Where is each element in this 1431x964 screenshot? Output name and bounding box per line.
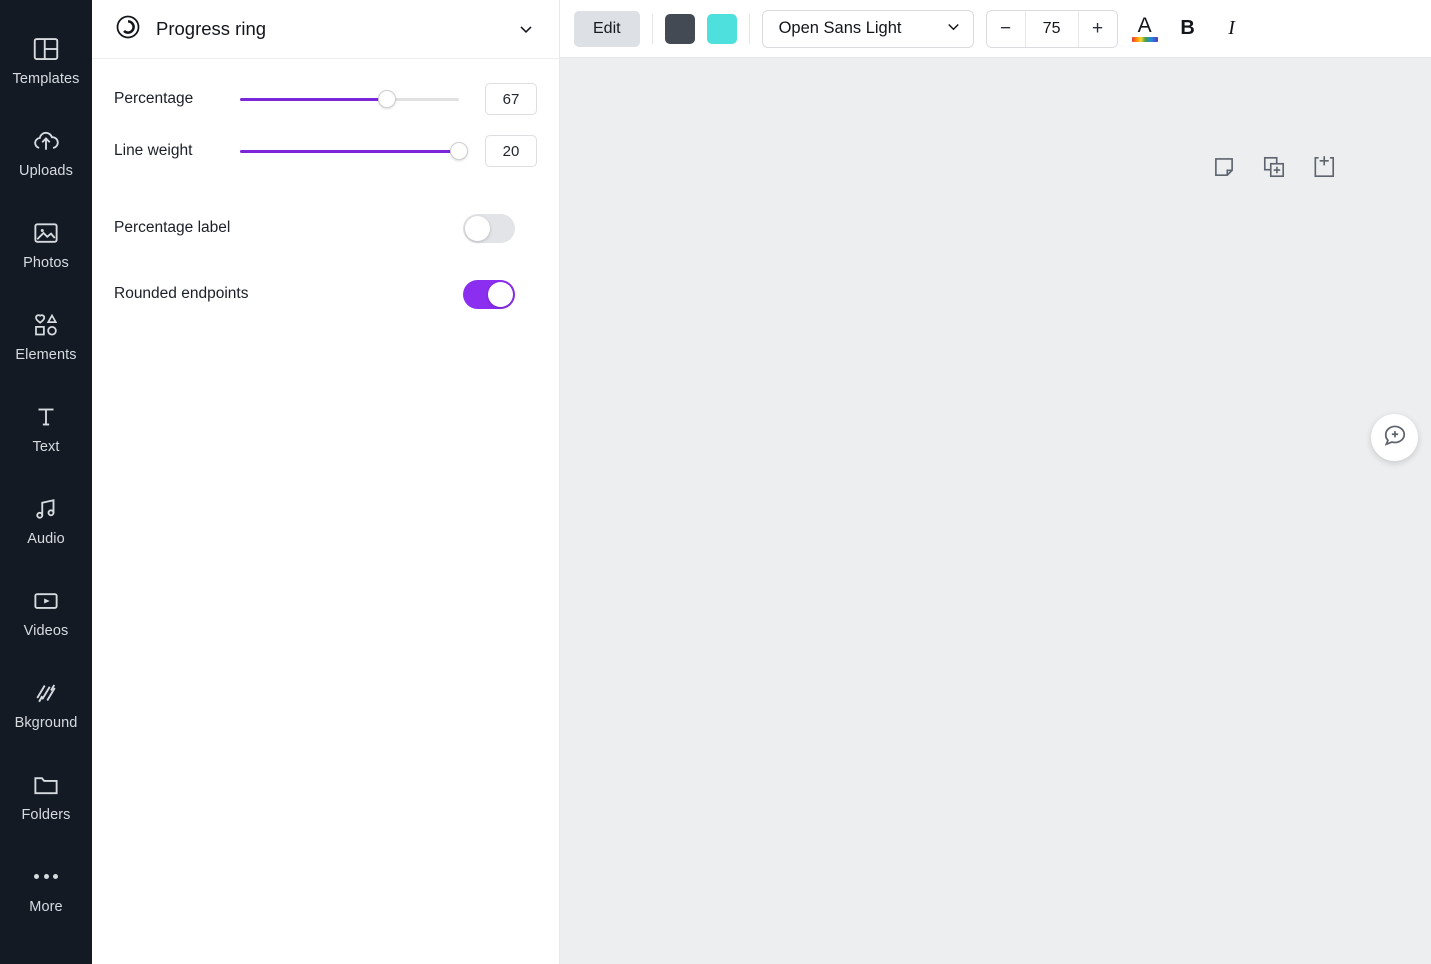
percentage-input[interactable]: 67 xyxy=(485,83,537,115)
sidebar-item-elements[interactable]: Elements xyxy=(0,290,92,382)
sidebar-item-label: Text xyxy=(32,438,60,455)
text-icon xyxy=(31,402,61,432)
sidebar-item-label: Elements xyxy=(15,346,77,363)
slider-thumb[interactable] xyxy=(450,142,468,160)
font-size-stepper: − 75 + xyxy=(985,9,1118,48)
color-spectrum-bar xyxy=(1131,36,1158,42)
slider-thumb[interactable] xyxy=(377,90,396,108)
slider-fill xyxy=(240,97,387,101)
text-color-button[interactable]: A xyxy=(1130,13,1160,42)
rounded-endpoints-label: Rounded endpoints xyxy=(114,285,249,302)
video-icon xyxy=(31,586,61,616)
ellipsis-icon xyxy=(34,862,58,892)
bold-button[interactable]: B xyxy=(1172,13,1204,45)
sidebar-item-more[interactable]: More xyxy=(0,842,92,934)
sidebar-item-videos[interactable]: Videos xyxy=(0,566,92,658)
toggle-knob xyxy=(465,215,490,241)
canvas-area[interactable]: PET CARE DAILY SCHEDULE How to be a bett… xyxy=(560,58,1431,964)
sidebar-item-label: Templates xyxy=(12,70,80,87)
edit-button[interactable]: Edit xyxy=(574,10,640,47)
control-row-rounded-endpoints: Rounded endpoints xyxy=(114,261,537,327)
sidebar-item-templates[interactable]: Templates xyxy=(0,14,92,106)
font-size-decrease-button[interactable]: − xyxy=(986,10,1025,47)
add-page-icon[interactable] xyxy=(1311,154,1337,180)
shapes-icon xyxy=(31,310,61,340)
control-row-line-weight: Line weight 20 xyxy=(114,125,537,177)
properties-panel: Progress ring Percentage 67 Line weight xyxy=(92,0,560,964)
primary-color-swatch[interactable] xyxy=(664,13,695,44)
panel-header: Progress ring xyxy=(92,0,559,59)
sidebar-item-photos[interactable]: Photos xyxy=(0,198,92,290)
rounded-endpoints-toggle[interactable] xyxy=(463,279,515,309)
font-family-value: Open Sans Light xyxy=(778,19,902,37)
left-sidebar: Templates Uploads Photos Elements Text A… xyxy=(0,0,92,964)
slider-fill xyxy=(240,149,459,153)
control-row-percentage-label: Percentage label xyxy=(114,195,537,261)
templates-icon xyxy=(31,34,61,64)
sidebar-item-label: More xyxy=(29,898,63,915)
folder-icon xyxy=(31,770,61,800)
divider xyxy=(651,13,653,44)
chat-bubble-icon xyxy=(1382,422,1408,453)
line-weight-slider[interactable] xyxy=(240,141,468,161)
sidebar-item-audio[interactable]: Audio xyxy=(0,474,92,566)
duplicate-page-icon[interactable] xyxy=(1261,154,1287,180)
editor-area: Edit Open Sans Light − 75 + A B I xyxy=(560,0,1431,964)
text-color-letter: A xyxy=(1137,13,1152,37)
font-size-input[interactable]: 75 xyxy=(1024,10,1079,47)
panel-title: Progress ring xyxy=(156,18,267,39)
page-tools xyxy=(1211,154,1337,180)
notes-icon[interactable] xyxy=(1211,154,1237,180)
top-toolbar: Edit Open Sans Light − 75 + A B I xyxy=(560,0,1431,58)
percentage-label-toggle[interactable] xyxy=(463,213,515,243)
percentage-slider[interactable] xyxy=(240,89,459,109)
control-row-percentage: Percentage 67 xyxy=(114,73,537,125)
help-chat-button[interactable] xyxy=(1371,414,1418,461)
divider xyxy=(748,13,750,44)
sidebar-item-bkground[interactable]: Bkground xyxy=(0,658,92,750)
upload-cloud-icon xyxy=(31,126,61,156)
line-weight-input[interactable]: 20 xyxy=(485,135,537,167)
percentage-label-label: Percentage label xyxy=(114,219,231,236)
sidebar-item-folders[interactable]: Folders xyxy=(0,750,92,842)
chevron-down-icon[interactable] xyxy=(515,18,537,40)
hatch-pattern-icon xyxy=(31,678,61,708)
photo-icon xyxy=(31,218,61,248)
chevron-down-icon xyxy=(944,17,963,41)
percentage-label: Percentage xyxy=(114,90,194,107)
line-weight-label: Line weight xyxy=(114,142,193,159)
toggle-knob xyxy=(488,281,513,307)
secondary-color-swatch[interactable] xyxy=(706,13,737,44)
sidebar-item-label: Audio xyxy=(27,530,65,547)
sidebar-item-label: Videos xyxy=(23,622,69,639)
panel-controls: Percentage 67 Line weight 20 Percentage … xyxy=(92,59,559,327)
sidebar-item-uploads[interactable]: Uploads xyxy=(0,106,92,198)
progress-ring-icon xyxy=(114,13,142,46)
sidebar-item-label: Bkground xyxy=(14,714,78,731)
sidebar-item-label: Uploads xyxy=(19,162,73,179)
italic-button[interactable]: I xyxy=(1216,13,1248,45)
music-note-icon xyxy=(31,494,61,524)
sidebar-item-text[interactable]: Text xyxy=(0,382,92,474)
sidebar-item-label: Photos xyxy=(23,254,69,271)
font-family-select[interactable]: Open Sans Light xyxy=(761,9,974,48)
sidebar-item-label: Folders xyxy=(21,806,71,823)
app-root: Templates Uploads Photos Elements Text A… xyxy=(0,0,1431,964)
font-size-increase-button[interactable]: + xyxy=(1078,10,1117,47)
